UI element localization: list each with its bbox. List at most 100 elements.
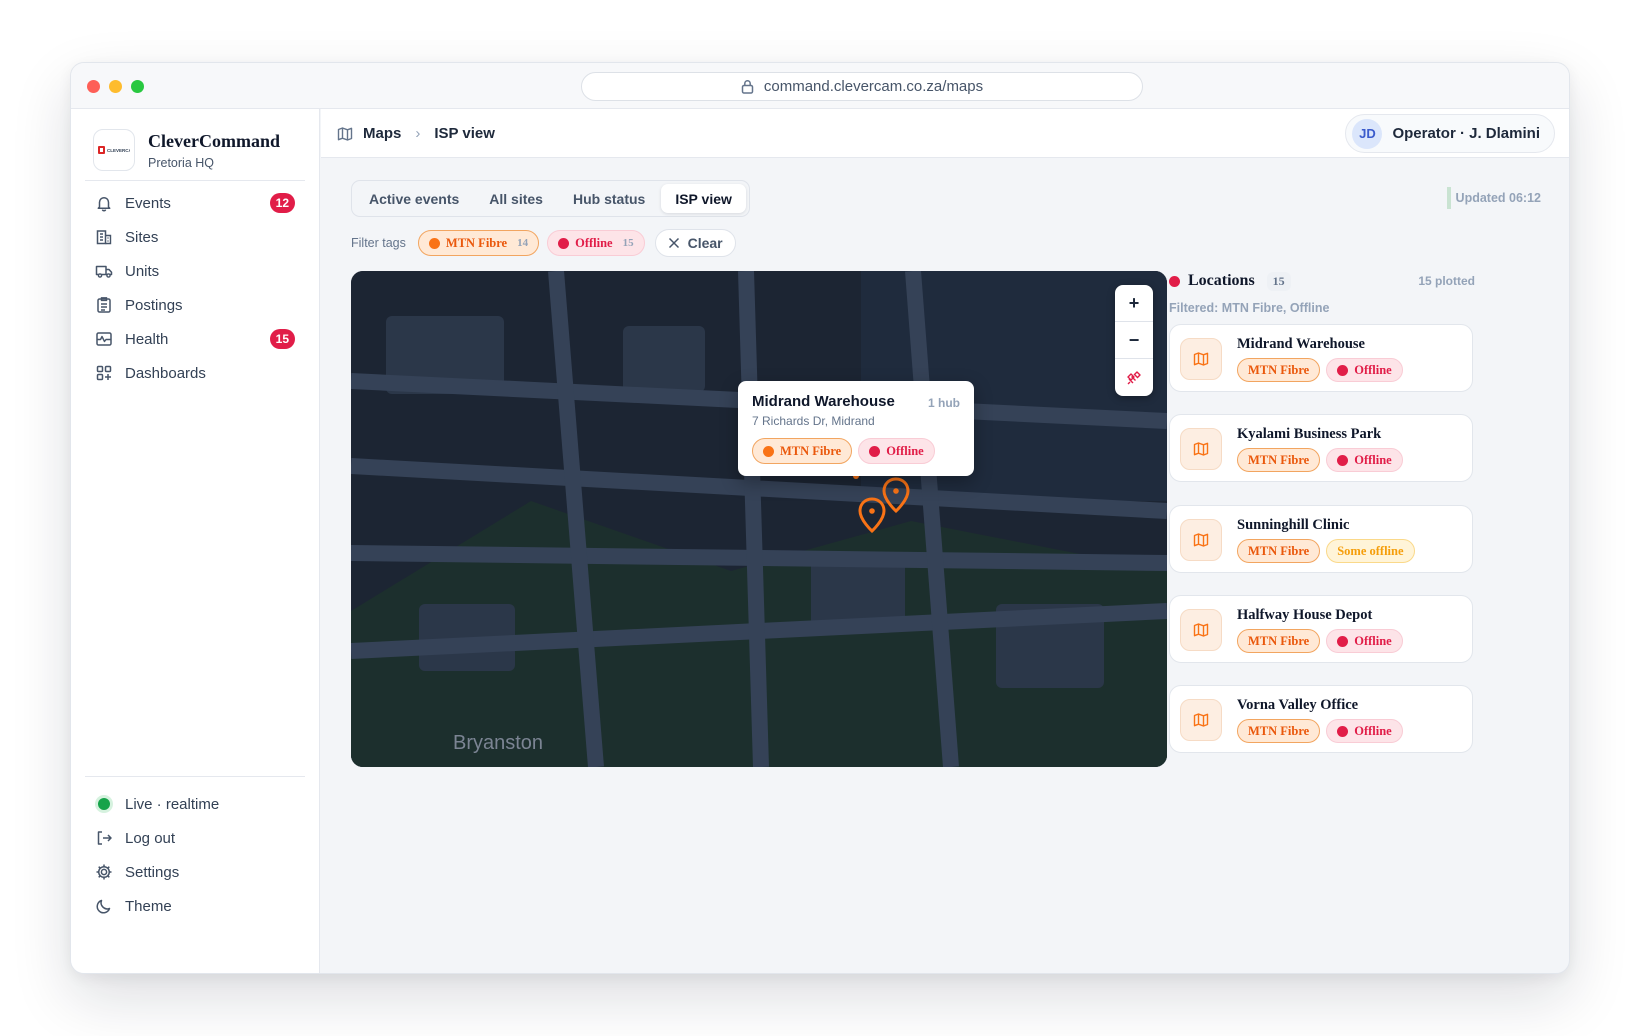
tab-isp-view[interactable]: ISP view [661,184,746,213]
nav-label: Health [125,330,169,348]
tag-dot [1337,635,1349,647]
isp-tag: MTN Fibre [1237,358,1321,382]
tag-count: 14 [517,237,529,249]
status-dot [1169,275,1180,287]
location-card[interactable]: Sunninghill Clinic MTN Fibre Some offlin… [1169,505,1473,573]
browser-titlebar: command.clevercam.co.za/maps [71,63,1569,109]
tag-label: Offline [575,235,613,250]
popup-hub-count: 1 hub [928,396,960,410]
location-card[interactable]: Vorna Valley Office MTN Fibre Offline [1169,685,1473,753]
events-count-badge: 12 [269,193,295,213]
clevercam-logo-icon: CLEVERCAM [98,146,130,154]
tab-hub-status[interactable]: Hub status [559,184,659,213]
building-icon [96,230,112,245]
grid-icon [96,365,112,381]
isp-tag: MTN Fibre [1237,539,1321,563]
status-tag: Offline [1326,629,1403,653]
zoom-out-button[interactable]: − [1115,322,1153,359]
isp-tag: MTN Fibre [1237,629,1321,653]
tag-label: MTN Fibre [445,235,508,250]
tag-label: Offline [1354,723,1392,738]
map-view[interactable]: Bryanston + − Midrand Warehouse 1 hub 7 … [351,271,1167,767]
tag-dot [428,237,440,249]
map-icon [1180,338,1222,380]
location-name: Kyalami Business Park [1237,426,1382,442]
brand[interactable]: CLEVERCAM CleverCommand Pretoria HQ [93,129,280,171]
popup-tag-isp: MTN Fibre [752,438,853,464]
avatar: JD [1352,118,1383,149]
locations-header: Locations 15 15 plotted [1169,269,1475,293]
nav-item-units[interactable]: Units [85,255,295,287]
filter-summary: Filtered: MTN Fibre, Offline [1169,301,1330,315]
zoom-in-button[interactable]: + [1115,285,1153,322]
address-bar[interactable]: command.clevercam.co.za/maps [581,72,1143,101]
url-text: command.clevercam.co.za/maps [763,78,984,95]
map-icon [1180,519,1222,561]
operator-menu[interactable]: JD Operator · J. Dlamini [1345,114,1555,153]
status-tag: Offline [1326,358,1403,382]
popup-tag-status: Offline [858,438,935,464]
close-window-button[interactable] [87,80,100,93]
updated-timestamp: Updated 06:12 [1446,187,1541,209]
view-tabs: Active events All sites Hub status ISP v… [351,180,750,217]
logout-button[interactable]: Log out [85,823,295,853]
tag-dot [869,445,881,457]
sidebar: CLEVERCAM CleverCommand Pretoria HQ Even… [71,109,320,973]
tag-dot [1337,364,1349,376]
nav-item-postings[interactable]: Postings [85,289,295,321]
lock-icon [741,80,754,94]
nav-item-events[interactable]: Events 12 [85,187,295,219]
tag-label: Offline [886,443,924,458]
nav-item-health[interactable]: Health 15 [85,323,295,355]
tag-dot [763,445,774,457]
filter-label: Filter tags [351,236,406,250]
divider [85,180,305,181]
locations-title: Locations [1188,272,1255,289]
breadcrumb-current: ISP view [434,125,495,142]
map-icon [337,126,353,141]
location-popup[interactable]: Midrand Warehouse 1 hub 7 Richards Dr, M… [738,381,974,476]
theme-button[interactable]: Theme [85,891,295,921]
pulse-icon [96,332,112,346]
location-name: Sunninghill Clinic [1237,517,1350,533]
nav-label: Units [125,262,160,280]
map-icon [1180,428,1222,470]
minimize-window-button[interactable] [109,80,122,93]
map-icon [1180,699,1222,741]
tab-all-sites[interactable]: All sites [475,184,557,213]
nav-item-dashboards[interactable]: Dashboards [85,357,295,389]
location-name: Midrand Warehouse [1237,336,1365,352]
operator-name: Operator · J. Dlamini [1392,125,1540,142]
maximize-window-button[interactable] [131,80,144,93]
satellite-toggle-button[interactable] [1115,359,1153,396]
map-controls: + − [1115,285,1153,396]
status-tag: Offline [1326,448,1403,472]
nav-label: Events [125,194,171,212]
filter-tag-offline[interactable]: Offline 15 [547,230,645,256]
filter-tag-mtn-fibre[interactable]: MTN Fibre 14 [417,230,540,256]
map-tiles [351,271,1167,767]
clipboard-icon [97,297,111,313]
nav-label: Sites [125,228,159,246]
location-card[interactable]: Kyalami Business Park MTN Fibre Offline [1169,414,1473,482]
logout-icon [97,831,112,845]
clear-label: Clear [687,235,723,251]
divider [85,776,305,777]
live-status: Live · realtime [85,789,295,819]
tag-dot [1337,454,1349,466]
map-icon [1180,609,1222,651]
location-card[interactable]: Halfway House Depot MTN Fibre Offline [1169,595,1473,663]
top-bar: Maps › ISP view JD Operator · J. Dlamini [321,109,1569,158]
popup-address: 7 Richards Dr, Midrand [752,414,875,428]
location-card[interactable]: Midrand Warehouse MTN Fibre Offline [1169,324,1473,392]
logout-label: Log out [125,829,176,847]
moon-icon [96,899,111,914]
tab-active-events[interactable]: Active events [355,184,473,213]
clear-filters-button[interactable]: Clear [654,229,736,257]
breadcrumb-maps[interactable]: Maps [363,125,401,142]
nav-label: Postings [125,296,183,314]
breadcrumb: Maps › ISP view [337,109,495,158]
nav-item-sites[interactable]: Sites [85,221,295,253]
health-count-badge: 15 [269,329,295,349]
settings-button[interactable]: Settings [85,857,295,887]
